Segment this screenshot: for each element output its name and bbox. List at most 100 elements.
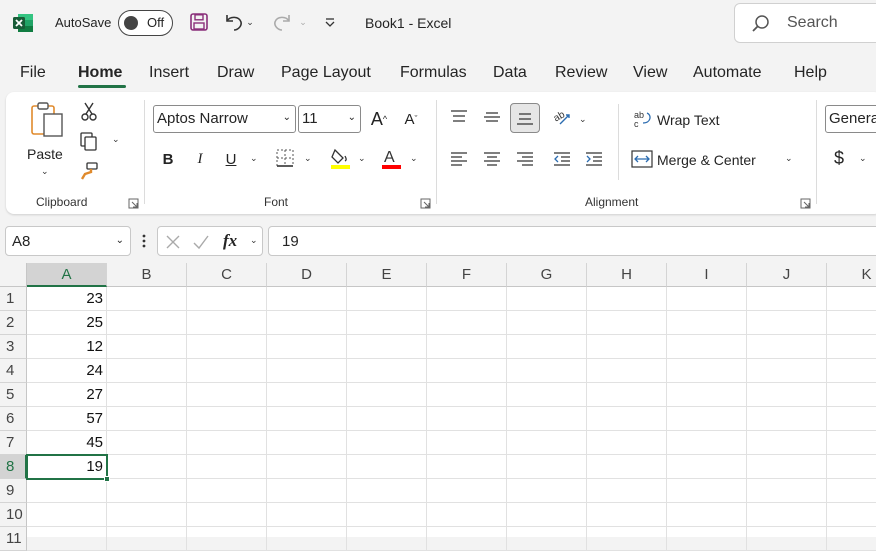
cell-i7[interactable]	[667, 431, 747, 455]
wrap-text-label[interactable]: Wrap Text	[657, 112, 720, 128]
cell-g10[interactable]	[507, 503, 587, 527]
enter-icon[interactable]	[192, 234, 210, 250]
cell-f3[interactable]	[427, 335, 507, 359]
save-icon[interactable]	[187, 10, 211, 34]
row-header-5[interactable]: 5	[0, 383, 27, 407]
cut-icon[interactable]	[78, 100, 100, 122]
cell-j1[interactable]	[747, 287, 827, 311]
cell-i1[interactable]	[667, 287, 747, 311]
cell-h8[interactable]	[587, 455, 667, 479]
cell-k5[interactable]	[827, 383, 876, 407]
font-color-icon[interactable]: A	[379, 145, 403, 171]
cell-d4[interactable]	[267, 359, 347, 383]
fill-handle[interactable]	[104, 476, 110, 482]
clipboard-launcher-icon[interactable]	[128, 198, 139, 209]
cell-f5[interactable]	[427, 383, 507, 407]
tab-draw[interactable]: Draw	[217, 64, 254, 82]
column-header-g[interactable]: G	[507, 263, 587, 287]
cell-d2[interactable]	[267, 311, 347, 335]
spreadsheet-grid[interactable]: A B C D E F G H I J K 1 23 2 25 3 12 4 24 5 27 6 57 7 45 8 19 9 10 11	[0, 263, 876, 551]
cell-k3[interactable]	[827, 335, 876, 359]
row-header-6[interactable]: 6	[0, 407, 27, 431]
cell-k11[interactable]	[827, 527, 876, 551]
row-header-10[interactable]: 10	[0, 503, 27, 527]
tab-review[interactable]: Review	[555, 64, 607, 82]
merge-center-label[interactable]: Merge & Center	[657, 152, 756, 168]
cell-f1[interactable]	[427, 287, 507, 311]
redo-dropdown-icon[interactable]: ⌄	[297, 10, 309, 34]
cell-g1[interactable]	[507, 287, 587, 311]
tab-page-layout[interactable]: Page Layout	[281, 64, 371, 82]
cell-c3[interactable]	[187, 335, 267, 359]
cell-e11[interactable]	[347, 527, 427, 551]
tab-automate[interactable]: Automate	[693, 64, 761, 82]
cell-e7[interactable]	[347, 431, 427, 455]
cell-i6[interactable]	[667, 407, 747, 431]
cell-j4[interactable]	[747, 359, 827, 383]
cell-k7[interactable]	[827, 431, 876, 455]
cell-i4[interactable]	[667, 359, 747, 383]
tab-home[interactable]: Home	[78, 64, 122, 82]
cell-i8[interactable]	[667, 455, 747, 479]
cell-i2[interactable]	[667, 311, 747, 335]
align-center-icon[interactable]	[481, 148, 503, 170]
column-header-k[interactable]: K	[827, 263, 876, 287]
cell-c1[interactable]	[187, 287, 267, 311]
cell-b7[interactable]	[107, 431, 187, 455]
orientation-icon[interactable]: ab	[551, 106, 573, 128]
cell-c4[interactable]	[187, 359, 267, 383]
paste-dropdown-icon[interactable]: ⌄	[41, 166, 49, 177]
column-header-c[interactable]: C	[187, 263, 267, 287]
row-header-11[interactable]: 11	[0, 527, 27, 551]
accounting-dropdown-icon[interactable]: ⌄	[859, 153, 867, 164]
orientation-dropdown-icon[interactable]: ⌄	[579, 114, 587, 125]
function-dropdown-icon[interactable]: ⌄	[250, 235, 258, 246]
cell-k8[interactable]	[827, 455, 876, 479]
cell-a11[interactable]	[27, 527, 107, 551]
cell-a8[interactable]: 19	[27, 455, 107, 479]
row-header-4[interactable]: 4	[0, 359, 27, 383]
cell-h3[interactable]	[587, 335, 667, 359]
increase-indent-icon[interactable]	[583, 148, 605, 170]
cell-d1[interactable]	[267, 287, 347, 311]
cell-c6[interactable]	[187, 407, 267, 431]
align-bottom-icon[interactable]	[510, 103, 540, 133]
cell-d3[interactable]	[267, 335, 347, 359]
cell-i3[interactable]	[667, 335, 747, 359]
cell-b2[interactable]	[107, 311, 187, 335]
row-header-7[interactable]: 7	[0, 431, 27, 455]
cell-j3[interactable]	[747, 335, 827, 359]
wrap-text-icon[interactable]: ab c	[632, 108, 654, 130]
cell-g5[interactable]	[507, 383, 587, 407]
cell-b3[interactable]	[107, 335, 187, 359]
cell-a2[interactable]: 25	[27, 311, 107, 335]
font-name-combo[interactable]: Aptos Narrow ⌄	[153, 105, 296, 133]
cell-b4[interactable]	[107, 359, 187, 383]
cell-f4[interactable]	[427, 359, 507, 383]
cell-c2[interactable]	[187, 311, 267, 335]
cell-j9[interactable]	[747, 479, 827, 503]
name-box[interactable]: A8 ⌄	[5, 226, 131, 256]
font-color-dropdown-icon[interactable]: ⌄	[410, 153, 418, 164]
tab-data[interactable]: Data	[493, 64, 527, 82]
cell-j11[interactable]	[747, 527, 827, 551]
cell-h10[interactable]	[587, 503, 667, 527]
cell-a3[interactable]: 12	[27, 335, 107, 359]
column-header-j[interactable]: J	[747, 263, 827, 287]
fill-color-icon[interactable]	[328, 145, 352, 171]
cell-e2[interactable]	[347, 311, 427, 335]
formula-input[interactable]: 19	[268, 226, 876, 256]
cell-b9[interactable]	[107, 479, 187, 503]
cell-g3[interactable]	[507, 335, 587, 359]
cell-h2[interactable]	[587, 311, 667, 335]
underline-button[interactable]: U	[221, 147, 241, 171]
cancel-icon[interactable]	[165, 234, 181, 250]
undo-icon[interactable]	[222, 10, 246, 34]
cell-d10[interactable]	[267, 503, 347, 527]
column-header-e[interactable]: E	[347, 263, 427, 287]
cell-f6[interactable]	[427, 407, 507, 431]
underline-dropdown-icon[interactable]: ⌄	[250, 153, 258, 164]
cell-b8[interactable]	[107, 455, 187, 479]
cell-e6[interactable]	[347, 407, 427, 431]
cell-f11[interactable]	[427, 527, 507, 551]
